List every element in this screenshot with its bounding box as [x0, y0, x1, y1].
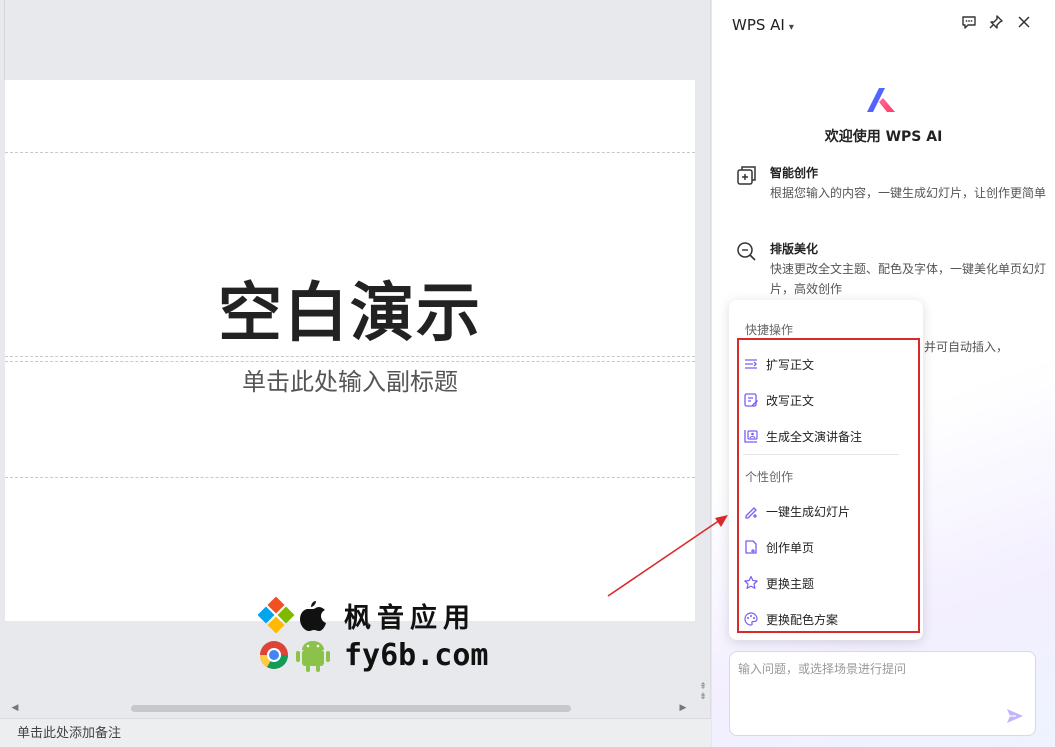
panel-title: WPS AI [732, 16, 785, 34]
panel-header: WPS AI ▾ [712, 0, 1055, 50]
slide-title[interactable]: 空白演示 [5, 280, 695, 348]
question-input-box [729, 651, 1036, 736]
next-page-icon[interactable]: ⇟ [696, 692, 710, 702]
feature-title: 排版美化 [770, 242, 819, 256]
section-label-quick: 快捷操作 [745, 323, 794, 337]
layout-guide [5, 152, 695, 153]
editor-divider [4, 0, 5, 80]
watermark-row-2: fy6b.com [258, 636, 489, 674]
scroll-left-icon[interactable]: ◀ [9, 700, 21, 716]
watermark-row-1: 枫音应用 [258, 596, 476, 635]
slide-editor: 空白演示 单击此处输入副标题 枫音应用 fy6b.com ◀ ▶ ⇞ ⇟ 单击此… [0, 0, 711, 747]
watermark: 枫音应用 fy6b.com [258, 596, 498, 676]
watermark-text-cn: 枫音应用 [344, 603, 476, 634]
feature-title: 智能创作 [770, 166, 819, 180]
feature-desc-partial: 并可自动插入， [924, 340, 1009, 354]
add-slide-icon [737, 166, 756, 185]
layout-guide [5, 361, 695, 362]
chevron-down-icon: ▾ [788, 22, 794, 33]
notes-bar[interactable]: 单击此处添加备注 [0, 718, 711, 747]
slide-subtitle[interactable]: 单击此处输入副标题 [5, 368, 695, 396]
feature-desc: 快速更改全文主题、配色及字体，一键美化单页幻灯片，高效创作 [770, 262, 1047, 296]
welcome-heading: 欢迎使用 WPS AI [824, 129, 943, 145]
watermark-browser-icon [260, 641, 330, 672]
magnifier-sparkle-icon [737, 242, 756, 261]
layout-guide [5, 477, 695, 478]
watermark-logo-icon [258, 596, 326, 633]
page-nav-arrows[interactable]: ⇞ ⇟ [696, 682, 710, 702]
question-input[interactable] [738, 660, 998, 720]
scrollbar-thumb[interactable] [131, 705, 571, 712]
horizontal-scrollbar[interactable]: ◀ ▶ [5, 700, 695, 716]
pin-icon[interactable] [986, 14, 1006, 34]
scroll-right-icon[interactable]: ▶ [677, 700, 689, 716]
slide-canvas[interactable]: 空白演示 单击此处输入副标题 [5, 80, 695, 621]
annotation-highlight-box [737, 338, 920, 633]
layout-guide [5, 356, 695, 357]
feature-desc: 根据您输入的内容，一键生成幻灯片，让创作更简单 [770, 186, 1047, 200]
wps-ai-logo-icon [867, 88, 895, 112]
send-icon[interactable] [1005, 706, 1025, 726]
close-icon[interactable] [1014, 14, 1034, 34]
feedback-icon[interactable] [959, 14, 979, 34]
panel-title-dropdown[interactable]: WPS AI ▾ [732, 16, 794, 34]
prev-page-icon[interactable]: ⇞ [696, 682, 710, 692]
watermark-text-domain: fy6b.com [344, 637, 489, 673]
